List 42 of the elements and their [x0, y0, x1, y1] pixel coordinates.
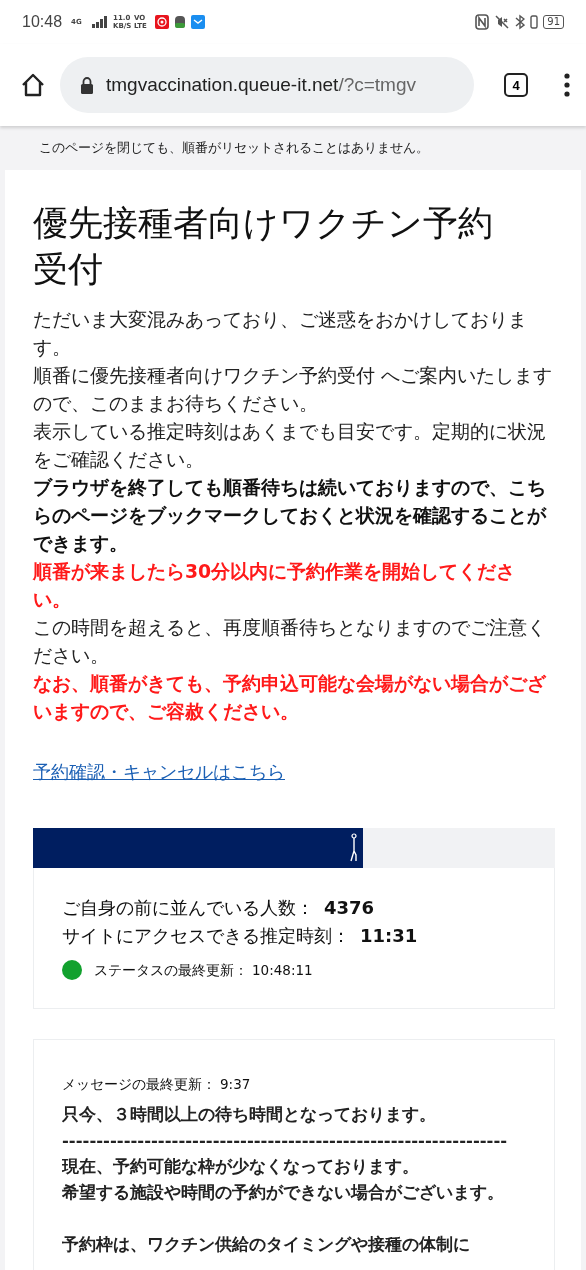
body-text: 表示している推定時刻はあくまでも目安です。定期的に状況をご確認ください。: [33, 420, 547, 472]
page-title: 優先接種者向けワクチン予約受付: [33, 202, 494, 291]
body-text: 順番に優先接種者向けワクチン予約受付 へご案内いたしますので、このままお待ちください。: [33, 364, 553, 416]
cancel-link[interactable]: 予約確認・キャンセルはこちら: [33, 761, 285, 782]
signal-icon: [92, 16, 109, 28]
body-text: ただいま大変混みあっており、ご迷惑をおかけしております。: [33, 308, 528, 360]
estimated-time-label: サイトにアクセスできる推定時刻：: [62, 924, 350, 948]
warning-text: 順番が来ましたら30分以内に予約作業を開始してください。: [33, 560, 517, 612]
tab-count-button[interactable]: 4: [504, 73, 528, 97]
message-updated-time: 9:37: [220, 1075, 251, 1094]
message-text: 現在、予約可能な枠が少なくなっております。: [62, 1156, 420, 1178]
mute-icon: [494, 14, 511, 30]
walking-person-icon: [347, 833, 358, 863]
notice-text: このページを閉じても、順番がリセットされることはありません。: [39, 139, 429, 157]
estimated-time-value: 11:31: [360, 924, 418, 948]
database-icon: [174, 15, 187, 29]
status-dot: [62, 960, 82, 980]
clock-time: 10:48: [22, 13, 63, 31]
video-app-icon: [155, 15, 170, 29]
lock-icon: [80, 76, 94, 94]
bluetooth-icon: [515, 14, 526, 30]
menu-button[interactable]: [562, 71, 572, 99]
message-updated-label: メッセージの最終更新：: [62, 1075, 216, 1094]
message-text: 只今、３時間以上の待ち時間となっております。: [62, 1104, 437, 1126]
mail-icon: [191, 15, 206, 29]
warning-text: なお、順番がきても、予約申込可能な会場がない場合がございますので、ご容赦ください。: [33, 672, 548, 724]
people-ahead-count: 4376: [324, 896, 375, 920]
status-updated-time: 10:48:11: [252, 961, 313, 980]
message-text: -----------------------------------------------------------------: [62, 1130, 509, 1152]
menu-icon: [564, 73, 570, 97]
vibrate-icon: [530, 15, 539, 29]
message-text: 予約枠は、ワクチン供給のタイミングや接種の体制に: [62, 1234, 471, 1256]
status-updated-label: ステータスの最終更新：: [94, 961, 248, 980]
battery-level: 91: [543, 15, 564, 29]
body-text: ブラウザを終了しても順番待ちは続いておりますので、こちらのページをブックマークしておくと状況を確認することができます。: [33, 476, 548, 556]
body-text: この時間を超えると、再度順番待ちとなりますのでご注意ください。: [33, 616, 547, 668]
nfc-icon: [475, 14, 490, 30]
message-text: 希望する施設や時間の予約ができない場合がございます。: [62, 1182, 505, 1204]
address-bar[interactable]: tmgvaccination.queue-it.net/?c=tmgv: [60, 57, 474, 113]
people-ahead-label: ご自身の前に並んでいる人数：: [62, 896, 314, 920]
home-icon: [20, 72, 46, 98]
url-text: tmgvaccination.queue-it.net/?c=tmgv: [106, 74, 416, 96]
